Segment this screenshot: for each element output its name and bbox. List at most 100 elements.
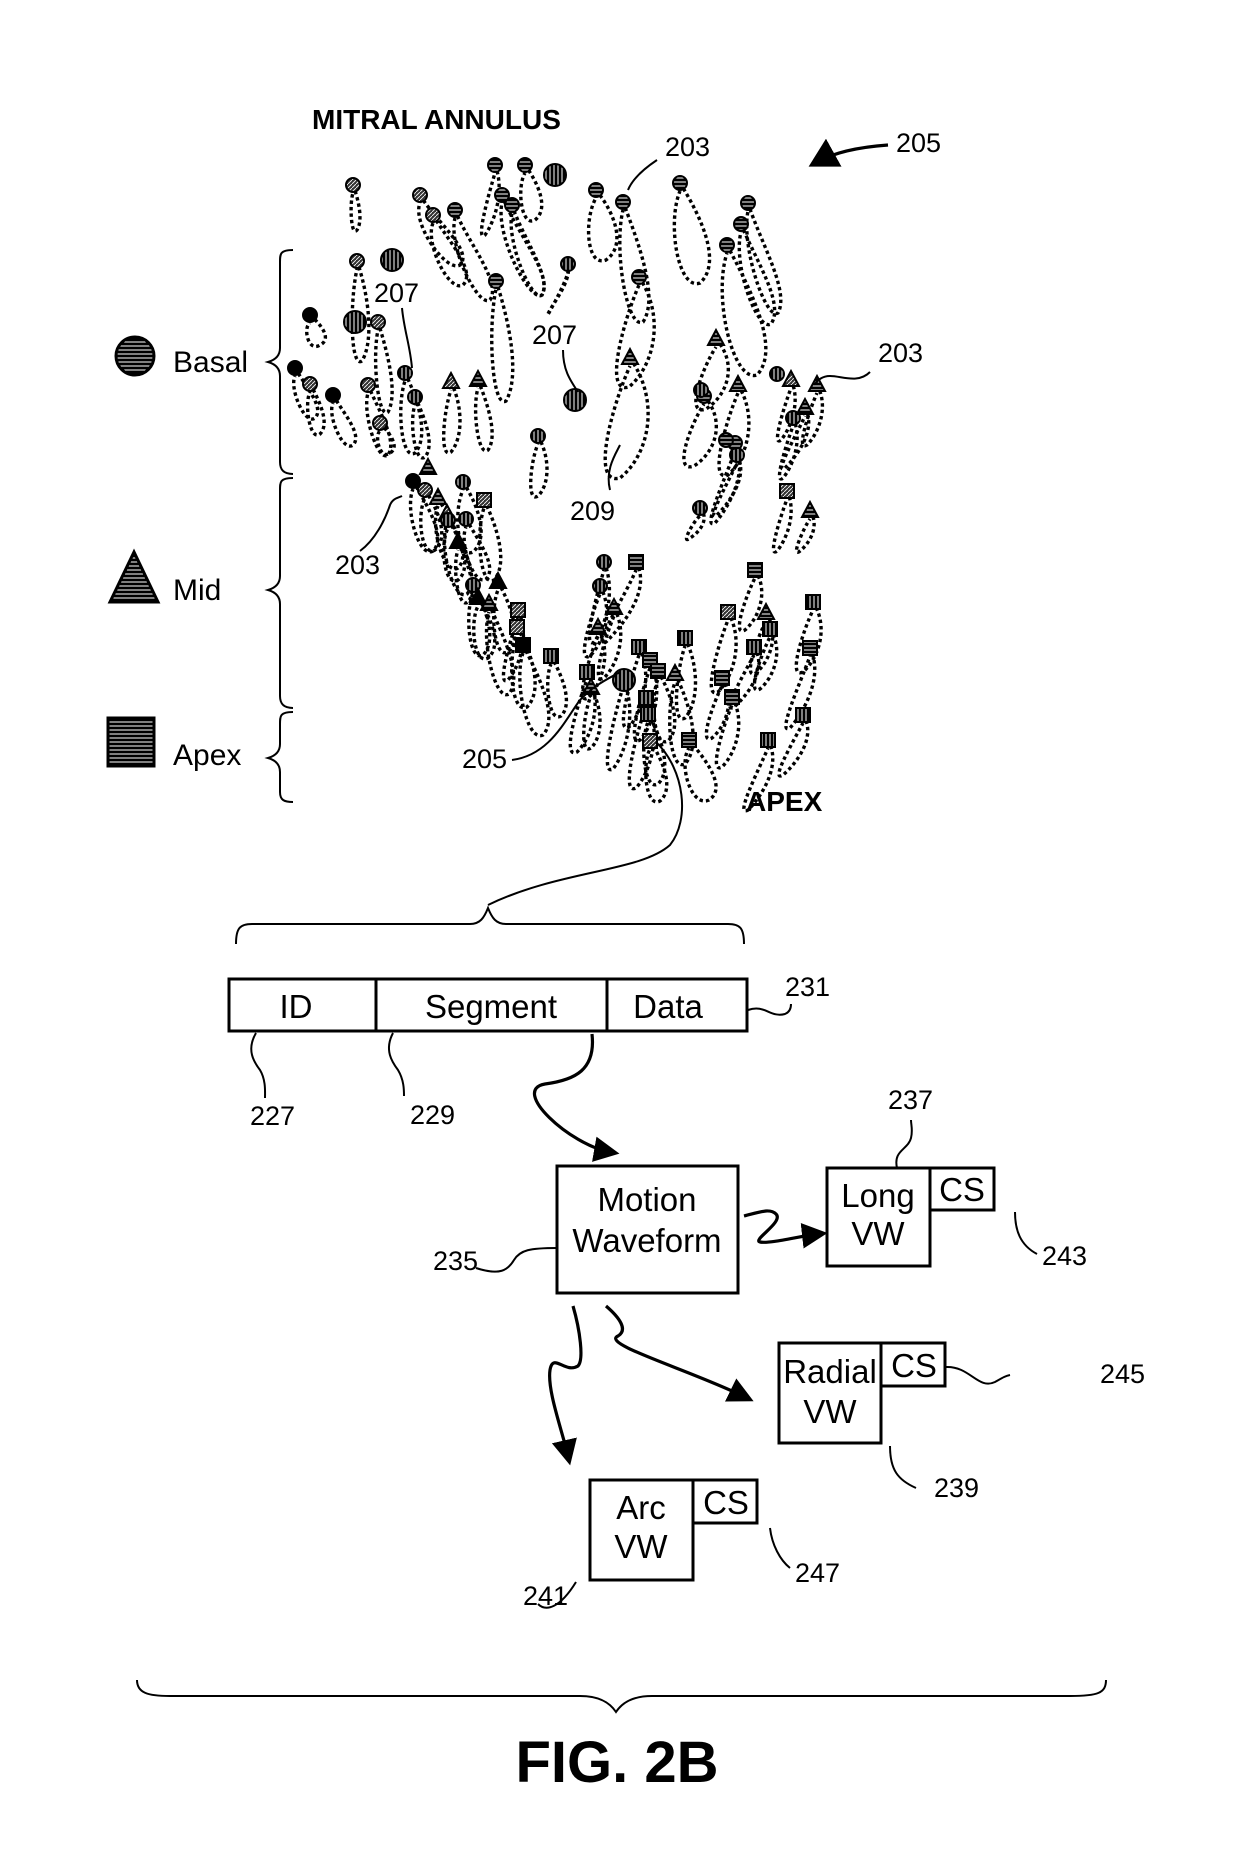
basal-point-marker (615, 194, 631, 210)
svg-text:Radial: Radial (783, 1353, 877, 1390)
basal-point-marker (692, 500, 708, 516)
ref-207-b: 207 (532, 320, 579, 393)
basal-point-marker (631, 269, 647, 285)
legend-item-basal: Basal (114, 249, 294, 475)
trajectory-path (682, 394, 719, 469)
svg-text:203: 203 (665, 132, 710, 162)
basal-point-marker (740, 195, 756, 211)
apex-point-marker (802, 640, 818, 656)
trajectory-path (519, 164, 544, 223)
apex-point-marker (476, 492, 492, 508)
apex-point-marker (677, 630, 693, 646)
figure-canvas: MITRAL ANNULUS APEX 205 Basal Mid Apex 2… (106, 104, 1145, 1795)
apex-point-marker (543, 648, 559, 664)
legend-item-mid: Mid (107, 477, 294, 709)
trajectory-path (618, 201, 651, 324)
apex-point-marker (746, 639, 762, 655)
apex-point-marker (628, 554, 644, 570)
svg-text:205: 205 (462, 744, 507, 774)
apex-point-marker (642, 733, 658, 749)
trajectory-path (546, 655, 569, 719)
basal-point-marker (560, 256, 576, 272)
trajectory-path (771, 490, 793, 554)
svg-text:VW: VW (614, 1528, 668, 1565)
basal-point-marker (458, 511, 474, 527)
basal-point-marker (596, 554, 612, 570)
radial-cs-label: CS (891, 1347, 937, 1384)
basal-point-marker (719, 237, 735, 253)
apex-point-marker (509, 619, 525, 635)
apex-point-marker (720, 604, 736, 620)
basal-point-marker (487, 157, 503, 173)
apex-point-marker (579, 664, 595, 680)
svg-text:245: 245 (1100, 1359, 1145, 1389)
svg-text:247: 247 (795, 1558, 840, 1588)
ref-227: 227 (250, 1032, 295, 1131)
basal-point-marker (302, 307, 318, 323)
ref-247: 247 (769, 1527, 840, 1588)
trajectory-path (545, 263, 571, 317)
mid-point-marker (706, 327, 726, 346)
ref-229: 229 (388, 1032, 455, 1130)
ref-237: 237 (888, 1085, 933, 1169)
apex-point-marker (724, 689, 740, 705)
basal-point-marker (345, 177, 361, 193)
basal-point-marker (733, 216, 749, 232)
legend-item-apex: Apex (106, 711, 294, 803)
svg-text:227: 227 (250, 1101, 295, 1131)
ref-235: 235 (433, 1246, 558, 1276)
trajectory-path (490, 280, 515, 403)
basal-point-marker (405, 473, 421, 489)
data-to-waveform-arrow (532, 1033, 620, 1162)
ref-203-right: 203 (813, 338, 923, 386)
trajectory-path (777, 714, 810, 778)
trajectory-path (330, 394, 358, 448)
trajectory-path (509, 204, 546, 298)
mid-point-marker (418, 456, 438, 475)
waveform-to-long-arrow (743, 1209, 828, 1249)
mid-point-marker (800, 499, 820, 518)
svg-text:Arc: Arc (616, 1489, 666, 1526)
record-field-id: ID (280, 988, 313, 1025)
basal-point-marker (349, 253, 365, 269)
selected-point-marker (612, 668, 636, 692)
mid-triangle-icon (107, 548, 161, 604)
arc-vw-box: Arc VW CS (588, 1478, 759, 1582)
trajectory-path (672, 182, 712, 286)
trajectory-path (410, 396, 431, 460)
mid-point-marker (468, 368, 488, 387)
apex-point-marker (747, 562, 763, 578)
record-brace (235, 905, 745, 945)
svg-text:205: 205 (896, 128, 941, 158)
basal-point-marker (729, 447, 745, 463)
trajectory-path (373, 321, 394, 415)
motion-waveform-box: Motion Waveform (555, 1164, 740, 1295)
apex-square-icon (106, 716, 156, 768)
trajectory-path (478, 499, 503, 583)
basal-point-marker (360, 377, 376, 393)
trajectory-path (528, 435, 549, 499)
basal-point-marker (372, 415, 388, 431)
waveform-to-radial-arrow (604, 1304, 754, 1402)
ref-245: 245 (945, 1359, 1145, 1389)
apex-point-marker (510, 602, 526, 618)
basal-point-marker (455, 474, 471, 490)
trajectory-path (442, 381, 462, 455)
mid-point-marker (795, 396, 815, 415)
svg-text:203: 203 (878, 338, 923, 368)
legend: Basal Mid Apex (106, 249, 294, 803)
apex-point-marker (760, 732, 776, 748)
svg-text:229: 229 (410, 1100, 455, 1130)
apex-point-marker (650, 663, 666, 679)
apex-point-marker (640, 706, 656, 722)
basal-point-marker (343, 310, 367, 334)
trajectory-cloud (287, 157, 827, 813)
long-cs-label: CS (939, 1171, 985, 1208)
basal-point-marker (440, 512, 456, 528)
basal-point-marker (530, 428, 546, 444)
record: ID Segment Data (227, 977, 749, 1033)
svg-text:241: 241 (523, 1581, 568, 1611)
apex-point-marker (762, 621, 778, 637)
basal-point-marker (370, 314, 386, 330)
trajectory-path (714, 696, 741, 770)
